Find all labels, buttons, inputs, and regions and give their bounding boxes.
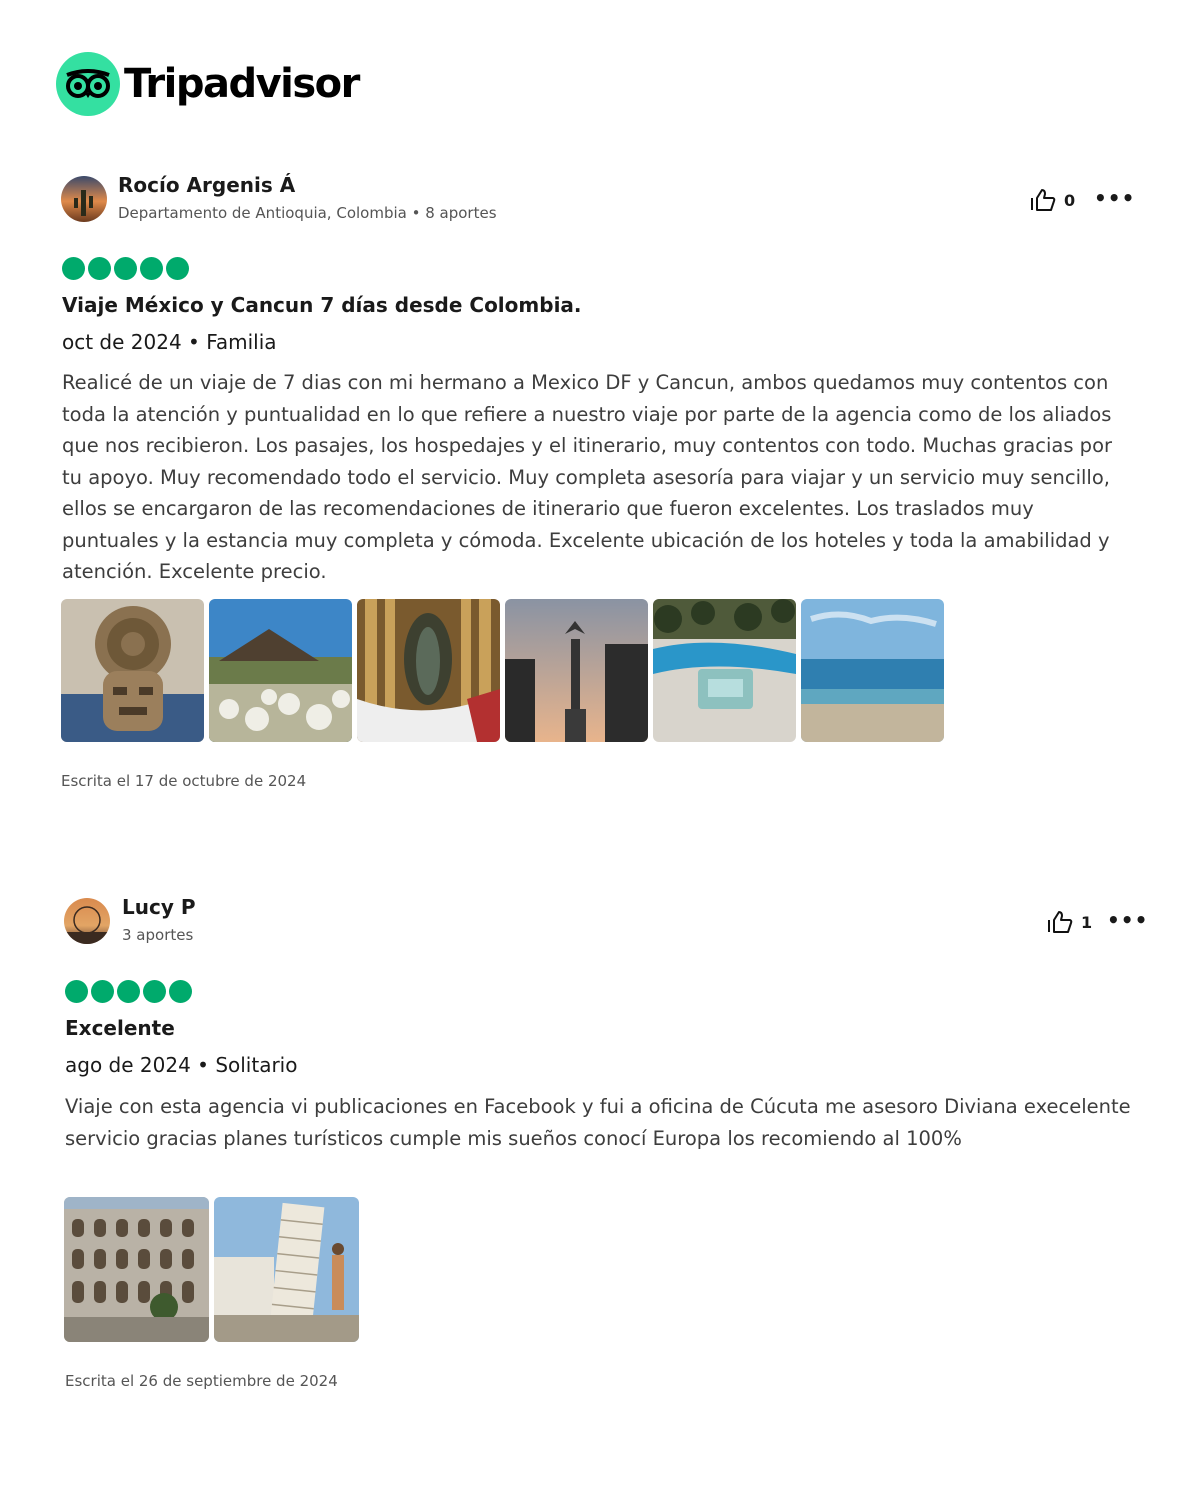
pisa-tower-photo[interactable] — [214, 1197, 359, 1342]
tripadvisor-logo[interactable]: Tripadvisor — [56, 52, 360, 116]
rating-bubble — [143, 980, 166, 1003]
rating-bubble — [117, 980, 140, 1003]
trip-date-type: oct de 2024 • Familia — [62, 330, 277, 354]
more-options-button[interactable]: ••• — [1107, 908, 1148, 932]
reviewer-name[interactable]: Lucy P — [122, 895, 196, 919]
avatar[interactable] — [61, 176, 107, 222]
helpful-vote-button[interactable]: 1 — [1047, 910, 1092, 934]
helpful-count: 1 — [1081, 912, 1093, 932]
thumbs-up-icon — [1031, 189, 1056, 211]
reviewer-name[interactable]: Rocío Argenis Á — [118, 173, 295, 197]
reviewer-meta: 3 aportes — [122, 926, 194, 944]
review-title[interactable]: Viaje México y Cancun 7 días desde Colom… — [62, 293, 582, 317]
angel-monument-photo[interactable] — [505, 599, 648, 742]
written-date: Escrita el 17 de octubre de 2024 — [61, 772, 307, 790]
colosseum-photo[interactable] — [64, 1197, 209, 1342]
aztec-sculpture-photo[interactable] — [61, 599, 204, 742]
rating-bubble — [114, 257, 137, 280]
rating-bubble — [88, 257, 111, 280]
more-options-button[interactable]: ••• — [1094, 186, 1135, 210]
pyramid-photo[interactable] — [209, 599, 352, 742]
beach-photo[interactable] — [801, 599, 944, 742]
thumbs-up-icon — [1048, 911, 1073, 933]
rating-bubbles — [65, 980, 192, 1003]
helpful-vote-button[interactable]: 0 — [1030, 188, 1075, 212]
trip-date-type: ago de 2024 • Solitario — [65, 1053, 298, 1077]
basilica-photo[interactable] — [357, 599, 500, 742]
helpful-count: 0 — [1064, 190, 1076, 210]
review-body: Viaje con esta agencia vi publicaciones … — [65, 1095, 1131, 1150]
rating-bubbles — [62, 257, 189, 280]
review-photos — [64, 1197, 359, 1342]
reviewer-meta: Departamento de Antioquia, Colombia • 8 … — [118, 204, 497, 222]
review-title[interactable]: Excelente — [65, 1016, 175, 1040]
review-body: Realicé de un viaje de 7 dias con mi her… — [62, 371, 1113, 583]
rating-bubble — [140, 257, 163, 280]
review-photos — [61, 599, 944, 742]
rating-bubble — [62, 257, 85, 280]
rating-bubble — [91, 980, 114, 1003]
resort-pool-photo[interactable] — [653, 599, 796, 742]
logo-wordmark: Tripadvisor — [124, 61, 360, 107]
rating-bubble — [65, 980, 88, 1003]
owl-eyes-icon — [56, 52, 120, 116]
rating-bubble — [166, 257, 189, 280]
avatar[interactable] — [64, 898, 110, 944]
written-date: Escrita el 26 de septiembre de 2024 — [65, 1372, 338, 1390]
rating-bubble — [169, 980, 192, 1003]
